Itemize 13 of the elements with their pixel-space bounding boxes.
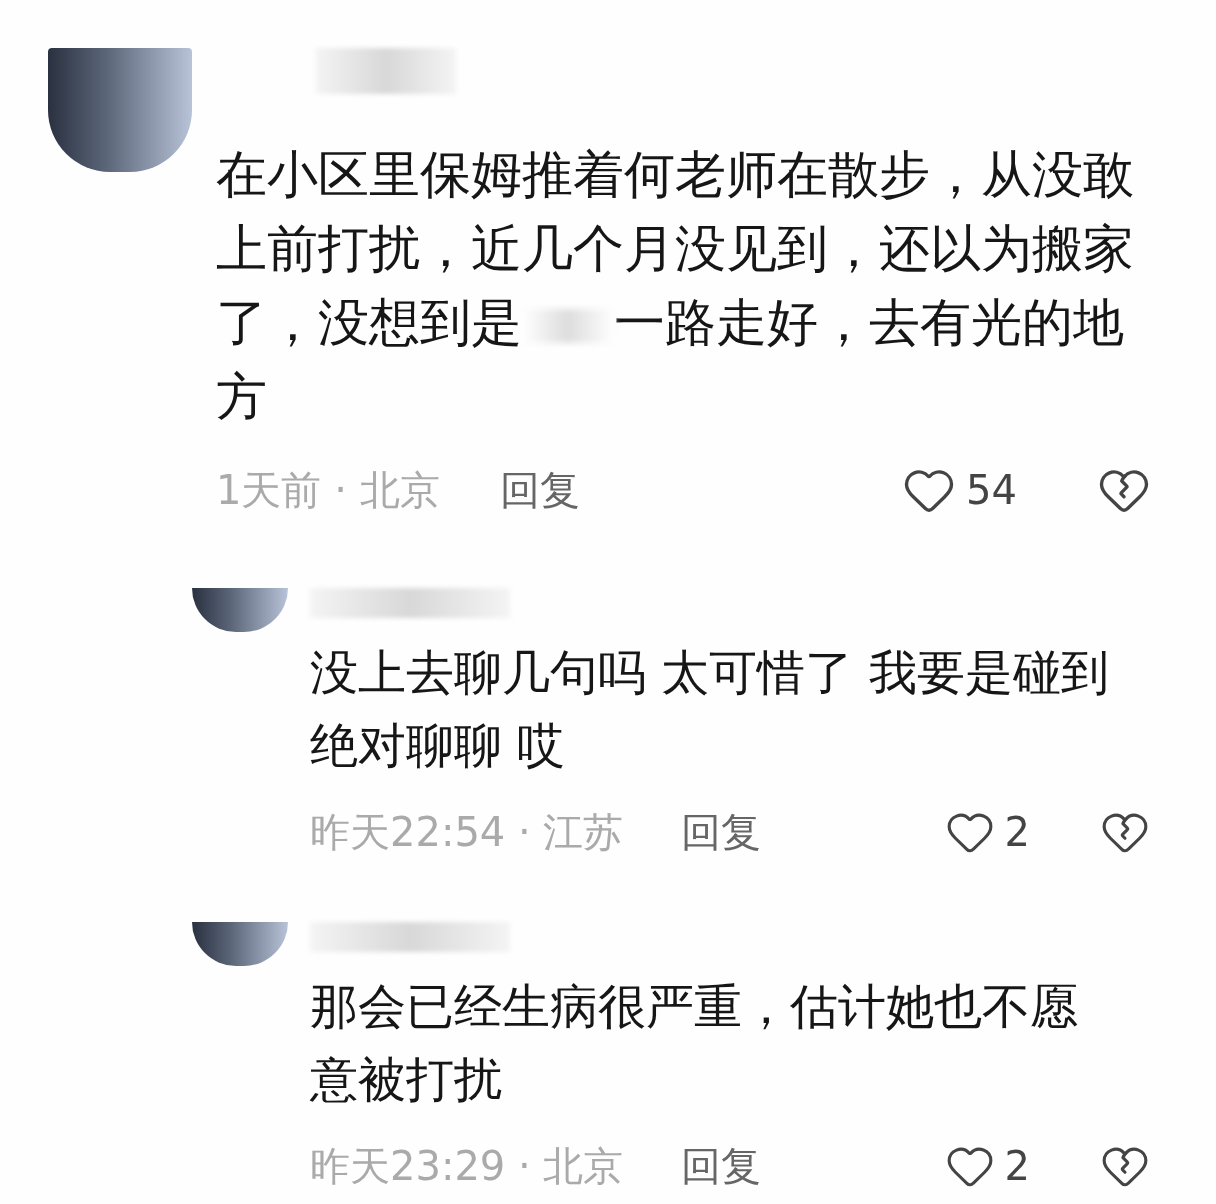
like-button[interactable]: 2 [944,807,1030,857]
reply-link[interactable]: 回复 [681,804,762,860]
comment-time-location: 昨天23:29 · 北京 [310,1141,624,1191]
comment-time-location: 昨天22:54 · 江苏 [310,807,624,857]
comment-text: 那会已经生病很严重，估计她也不愿意被打扰 [310,977,1079,1109]
comment-time-location: 1天前 · 北京 [216,465,440,515]
reply-link[interactable]: 回复 [681,1138,762,1194]
like-button[interactable]: 2 [944,1141,1030,1191]
avatar[interactable] [48,48,192,172]
like-button[interactable]: 54 [902,463,1017,517]
comment-text: 在小区里保姆推着何老师在散步，从没敢上前打扰，近几个月没见到，还以为搬家了，没想到是 一路走好，去有光的地方 [216,144,1135,428]
comment-text: 没上去聊几句吗 太可惜了 我要是碰到绝对聊聊 哎 [310,643,1110,775]
reply-link[interactable]: 回复 [499,462,580,518]
